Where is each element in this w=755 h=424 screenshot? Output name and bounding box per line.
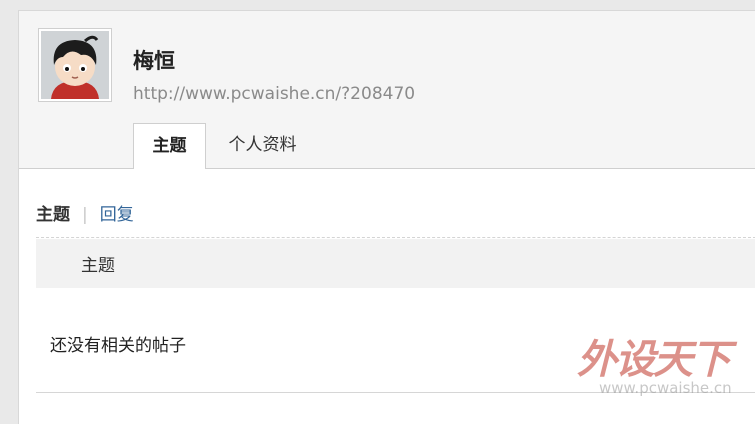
table-header: 主题 (36, 239, 755, 288)
divider (36, 392, 755, 393)
watermark-url: www.pcwaishe.cn (599, 379, 732, 397)
profile-header: 梅恒 http://www.pcwaishe.cn/?208470 主题 个人资… (19, 11, 755, 169)
tab-profile-info[interactable]: 个人资料 (206, 123, 319, 168)
watermark-logo: 外设天下 (577, 337, 731, 383)
avatar[interactable] (38, 28, 112, 102)
user-url[interactable]: http://www.pcwaishe.cn/?208470 (133, 84, 415, 104)
divider (36, 237, 755, 238)
sub-nav-topics[interactable]: 主题 (36, 205, 70, 225)
user-name: 梅恒 (133, 49, 175, 73)
tab-topics[interactable]: 主题 (133, 123, 206, 169)
watermark: 外设天下 www.pcwaishe.cn (559, 327, 755, 407)
empty-state-message: 还没有相关的帖子 (50, 336, 186, 356)
sub-nav-separator: | (82, 205, 88, 225)
cartoon-boy-avatar-icon (41, 31, 109, 99)
profile-panel: 梅恒 http://www.pcwaishe.cn/?208470 主题 个人资… (18, 10, 755, 424)
sub-nav-replies-link[interactable]: 回复 (100, 205, 134, 225)
column-header-topic: 主题 (81, 256, 115, 276)
sub-nav: 主题 | 回复 (36, 200, 134, 225)
